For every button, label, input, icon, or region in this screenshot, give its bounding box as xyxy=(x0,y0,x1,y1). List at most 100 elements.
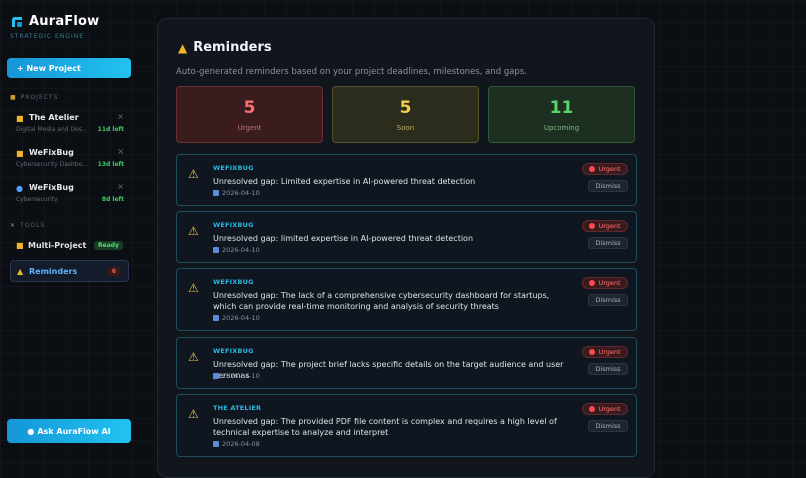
warning-icon: ⚠ xyxy=(188,350,199,364)
reminder-card: ⚠ THE ATELIER Unresolved gap: The provid… xyxy=(176,394,637,457)
page-subtitle: Auto-generated reminders based on your p… xyxy=(176,67,527,77)
ask-ai-label: Ask AuraFlow AI xyxy=(37,426,111,436)
page-title: ▲ Reminders xyxy=(178,40,272,55)
reminder-date: 2026-04-10 xyxy=(213,246,260,254)
brand-tagline: STRATEGIC ENGINE xyxy=(10,33,84,40)
urgent-badge: Urgent xyxy=(582,163,628,175)
project-name: WeFixBug xyxy=(29,148,74,157)
urgent-badge-label: Urgent xyxy=(598,279,621,287)
sidebar-project-wefixbug-2[interactable]: ● WeFixBug × Cybersecurity 8d left xyxy=(10,182,128,208)
reminder-card: ⚠ WEFIXBUG Unresolved gap: limited exper… xyxy=(176,211,637,263)
stat-urgent[interactable]: 5 Urgent xyxy=(176,86,323,143)
stat-soon[interactable]: 5 Soon xyxy=(332,86,479,143)
projects-heading: ■ PROJECTS xyxy=(10,94,58,101)
stat-label: Urgent xyxy=(237,124,262,132)
project-name: WeFixBug xyxy=(29,183,74,192)
tool-label: Multi-Project xyxy=(28,241,87,250)
project-days-left: 8d left xyxy=(101,196,124,203)
urgent-badge-label: Urgent xyxy=(598,222,621,230)
stat-label: Soon xyxy=(396,124,415,132)
close-icon[interactable]: × xyxy=(117,182,124,191)
dismiss-button[interactable]: Dismiss xyxy=(588,363,628,375)
reminder-project: THE ATELIER xyxy=(213,404,262,412)
reminder-text: Unresolved gap: The project brief lacks … xyxy=(213,360,564,380)
brand[interactable]: AuraFlow xyxy=(10,14,99,29)
calendar-icon xyxy=(213,190,219,196)
project-desc: Cybersecurity Dashbo... xyxy=(16,161,88,168)
urgent-badge-label: Urgent xyxy=(598,165,621,173)
calendar-icon xyxy=(213,373,219,379)
warning-icon: ⚠ xyxy=(188,167,199,181)
bell-icon: ▲ xyxy=(17,267,24,276)
urgent-badge: Urgent xyxy=(582,277,628,289)
warning-icon: ⚠ xyxy=(188,407,199,421)
warning-icon: ⚠ xyxy=(188,281,199,295)
ask-ai-button[interactable]: ● Ask AuraFlow AI xyxy=(7,419,131,443)
urgent-badge: Urgent xyxy=(582,220,628,232)
reminder-date-text: 2026-04-10 xyxy=(222,372,260,380)
project-desc: Cybersecurity xyxy=(16,196,58,203)
sidebar-project-the-atelier[interactable]: ■ The Atelier × Digital Media and Des...… xyxy=(10,112,128,138)
reminder-date-text: 2026-04-10 xyxy=(222,314,260,322)
calendar-icon xyxy=(213,247,219,253)
reminder-text: Unresolved gap: limited expertise in AI-… xyxy=(213,234,474,243)
calendar-icon xyxy=(213,441,219,447)
project-days-left: 13d left xyxy=(97,161,124,168)
dismiss-button[interactable]: Dismiss xyxy=(588,180,628,192)
folder-icon: ■ xyxy=(16,149,24,158)
page-title-text: Reminders xyxy=(193,40,272,55)
chat-icon: ● xyxy=(27,426,35,436)
sidebar-project-wefixbug[interactable]: ■ WeFixBug × Cybersecurity Dashbo... 13d… xyxy=(10,147,128,173)
reminder-date-text: 2026-04-10 xyxy=(222,246,260,254)
reminder-date: 2026-04-10 xyxy=(213,314,260,322)
dismiss-button[interactable]: Dismiss xyxy=(588,294,628,306)
projects-heading-label: PROJECTS xyxy=(20,94,59,101)
dismiss-button[interactable]: Dismiss xyxy=(588,237,628,249)
search-icon: ● xyxy=(16,184,23,193)
new-project-button[interactable]: + New Project xyxy=(7,58,131,78)
reminders-panel: ▲ Reminders Auto-generated reminders bas… xyxy=(157,18,655,478)
logo-icon xyxy=(12,16,22,27)
folder-icon: ■ xyxy=(10,94,17,101)
dismiss-button[interactable]: Dismiss xyxy=(588,420,628,432)
stat-label: Upcoming xyxy=(543,124,580,132)
folder-icon: ■ xyxy=(16,241,24,250)
reminder-date: 2026-04-10 xyxy=(213,189,260,197)
reminder-project: WEFIXBUG xyxy=(213,221,254,229)
close-icon[interactable]: × xyxy=(117,112,124,121)
reminder-text: Unresolved gap: Limited expertise in AI-… xyxy=(213,177,476,186)
close-icon[interactable]: × xyxy=(117,147,124,156)
reminder-date: 2026-04-10 xyxy=(213,372,260,380)
stat-value: 11 xyxy=(549,98,574,118)
urgent-dot-icon xyxy=(589,223,596,229)
reminder-project: WEFIXBUG xyxy=(213,164,254,172)
reminder-text: Unresolved gap: The provided PDF file co… xyxy=(213,417,557,437)
reminder-card: ⚠ WEFIXBUG Unresolved gap: The project b… xyxy=(176,337,637,389)
reminder-project: WEFIXBUG xyxy=(213,278,254,286)
reminder-card: ⚠ WEFIXBUG Unresolved gap: Limited exper… xyxy=(176,154,637,206)
sidebar: AuraFlow STRATEGIC ENGINE + New Project … xyxy=(0,0,140,465)
stat-upcoming[interactable]: 11 Upcoming xyxy=(488,86,635,143)
folder-icon: ■ xyxy=(16,114,24,123)
sidebar-item-reminders[interactable]: ▲ Reminders 6 xyxy=(10,260,129,282)
status-badge: Ready xyxy=(94,241,123,250)
urgent-badge-label: Urgent xyxy=(598,405,621,413)
sidebar-item-multi-project[interactable]: ■ Multi-Project Ready xyxy=(10,235,129,257)
reminder-card: ⚠ WEFIXBUG Unresolved gap: The lack of a… xyxy=(176,268,637,331)
urgent-dot-icon xyxy=(589,166,596,172)
urgent-dot-icon xyxy=(589,406,596,412)
reminder-project: WEFIXBUG xyxy=(213,347,254,355)
stat-value: 5 xyxy=(399,98,412,118)
urgent-badge: Urgent xyxy=(582,346,628,358)
warning-icon: ⚠ xyxy=(188,224,199,238)
project-desc: Digital Media and Des... xyxy=(16,126,88,133)
tools-icon: ✕ xyxy=(10,222,17,229)
tools-heading: ✕ TOOLS xyxy=(10,222,45,229)
urgent-dot-icon xyxy=(589,349,596,355)
bell-icon: ▲ xyxy=(178,40,188,55)
reminder-date-text: 2026-04-08 xyxy=(222,440,260,448)
stat-value: 5 xyxy=(243,98,256,118)
reminder-date-text: 2026-04-10 xyxy=(222,189,260,197)
urgent-dot-icon xyxy=(589,280,596,286)
project-name: The Atelier xyxy=(29,113,79,122)
